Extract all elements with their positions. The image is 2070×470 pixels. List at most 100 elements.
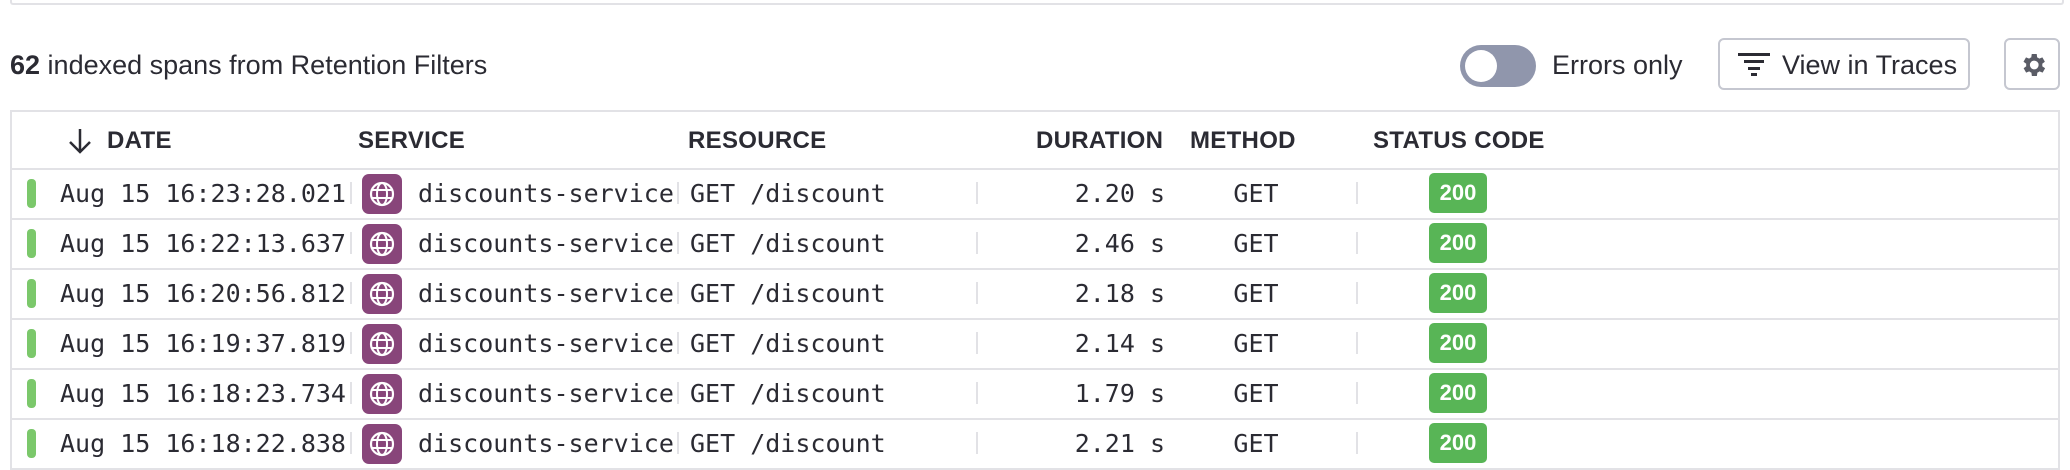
cell-service[interactable]: discounts-service (418, 179, 674, 208)
cell-resource[interactable]: GET /discount (690, 229, 886, 258)
arrow-down-icon[interactable] (67, 127, 93, 155)
column-separator (1356, 282, 1358, 304)
service-icon (362, 174, 402, 214)
status-indicator (27, 429, 36, 458)
status-code-badge: 200 (1429, 223, 1487, 263)
cell-duration: 1.79 s (1074, 379, 1165, 408)
column-separator (976, 432, 978, 454)
column-separator (350, 432, 352, 454)
globe-icon (369, 331, 395, 357)
cell-method: GET (1233, 429, 1279, 458)
globe-icon (369, 181, 395, 207)
cell-resource[interactable]: GET /discount (690, 179, 886, 208)
column-header-service[interactable]: SERVICE (358, 127, 465, 155)
cell-resource[interactable]: GET /discount (690, 329, 886, 358)
status-indicator (27, 329, 36, 358)
status-code-badge: 200 (1429, 373, 1487, 413)
column-separator (976, 282, 978, 304)
column-separator (1356, 332, 1358, 354)
cell-date: Aug 15 16:22:13.637 (60, 229, 346, 258)
column-separator (350, 182, 352, 204)
column-header-method[interactable]: METHOD (1190, 127, 1296, 155)
cell-date: Aug 15 16:23:28.021 (60, 179, 346, 208)
cell-resource[interactable]: GET /discount (690, 279, 886, 308)
status-code-badge: 200 (1429, 273, 1487, 313)
view-in-traces-button[interactable]: View in Traces (1718, 38, 1970, 90)
cell-service[interactable]: discounts-service (418, 379, 674, 408)
spans-summary-text: indexed spans from Retention Filters (40, 50, 488, 80)
status-code-badge: 200 (1429, 173, 1487, 213)
cell-resource[interactable]: GET /discount (690, 429, 886, 458)
cell-date: Aug 15 16:20:56.812 (60, 279, 346, 308)
cell-method: GET (1233, 329, 1279, 358)
table-row[interactable]: Aug 15 16:18:22.838 discounts-service GE… (12, 418, 2058, 470)
table-row[interactable]: Aug 15 16:20:56.812 discounts-service GE… (12, 268, 2058, 320)
column-separator (677, 282, 679, 304)
status-indicator (27, 229, 36, 258)
cell-service[interactable]: discounts-service (418, 429, 674, 458)
filter-lines-icon (1738, 53, 1770, 76)
table-row[interactable]: Aug 15 16:23:28.021 discounts-service GE… (12, 168, 2058, 220)
column-separator (976, 332, 978, 354)
cell-service[interactable]: discounts-service (418, 279, 674, 308)
column-header-duration[interactable]: DURATION (1036, 127, 1163, 155)
table-header: DATE SERVICE RESOURCE DURATION METHOD ST… (12, 112, 2058, 170)
service-icon (362, 274, 402, 314)
column-separator (976, 382, 978, 404)
column-separator (350, 382, 352, 404)
column-separator (350, 232, 352, 254)
service-icon (362, 374, 402, 414)
globe-icon (369, 231, 395, 257)
column-separator (677, 432, 679, 454)
cell-date: Aug 15 16:18:23.734 (60, 379, 346, 408)
globe-icon (369, 381, 395, 407)
column-separator (1356, 432, 1358, 454)
spans-toolbar: 62 indexed spans from Retention Filters … (0, 38, 2070, 94)
cell-method: GET (1233, 379, 1279, 408)
settings-button[interactable] (2004, 38, 2060, 90)
service-icon (362, 424, 402, 464)
service-icon (362, 324, 402, 364)
cell-method: GET (1233, 179, 1279, 208)
table-row[interactable]: Aug 15 16:19:37.819 discounts-service GE… (12, 318, 2058, 370)
cell-date: Aug 15 16:19:37.819 (60, 329, 346, 358)
column-header-resource[interactable]: RESOURCE (688, 127, 826, 155)
errors-only-label: Errors only (1552, 50, 1683, 80)
column-separator (677, 182, 679, 204)
cell-duration: 2.21 s (1074, 429, 1165, 458)
column-separator (350, 332, 352, 354)
cell-service[interactable]: discounts-service (418, 229, 674, 258)
status-indicator (27, 379, 36, 408)
column-separator (677, 232, 679, 254)
spans-table: DATE SERVICE RESOURCE DURATION METHOD ST… (10, 110, 2060, 470)
status-code-badge: 200 (1429, 423, 1487, 463)
table-row[interactable]: Aug 15 16:18:23.734 discounts-service GE… (12, 368, 2058, 420)
spans-summary: 62 indexed spans from Retention Filters (10, 50, 487, 81)
spans-count: 62 (10, 50, 41, 80)
column-separator (976, 182, 978, 204)
status-indicator (27, 179, 36, 208)
column-header-date[interactable]: DATE (107, 127, 172, 155)
globe-icon (369, 431, 395, 457)
column-separator (1356, 382, 1358, 404)
cell-method: GET (1233, 229, 1279, 258)
column-separator (677, 382, 679, 404)
globe-icon (369, 281, 395, 307)
cell-duration: 2.46 s (1074, 229, 1165, 258)
service-icon (362, 224, 402, 264)
status-indicator (27, 279, 36, 308)
gear-icon (2023, 54, 2046, 76)
errors-only-toggle[interactable] (1460, 45, 1536, 87)
cell-method: GET (1233, 279, 1279, 308)
cell-resource[interactable]: GET /discount (690, 379, 886, 408)
status-code-badge: 200 (1429, 323, 1487, 363)
table-row[interactable]: Aug 15 16:22:13.637 discounts-service GE… (12, 218, 2058, 270)
column-separator (1356, 232, 1358, 254)
toggle-knob (1465, 50, 1497, 82)
column-header-status-code[interactable]: STATUS CODE (1373, 127, 1545, 155)
cell-service[interactable]: discounts-service (418, 329, 674, 358)
cell-duration: 2.20 s (1074, 179, 1165, 208)
column-separator (677, 332, 679, 354)
cell-date: Aug 15 16:18:22.838 (60, 429, 346, 458)
column-separator (350, 282, 352, 304)
